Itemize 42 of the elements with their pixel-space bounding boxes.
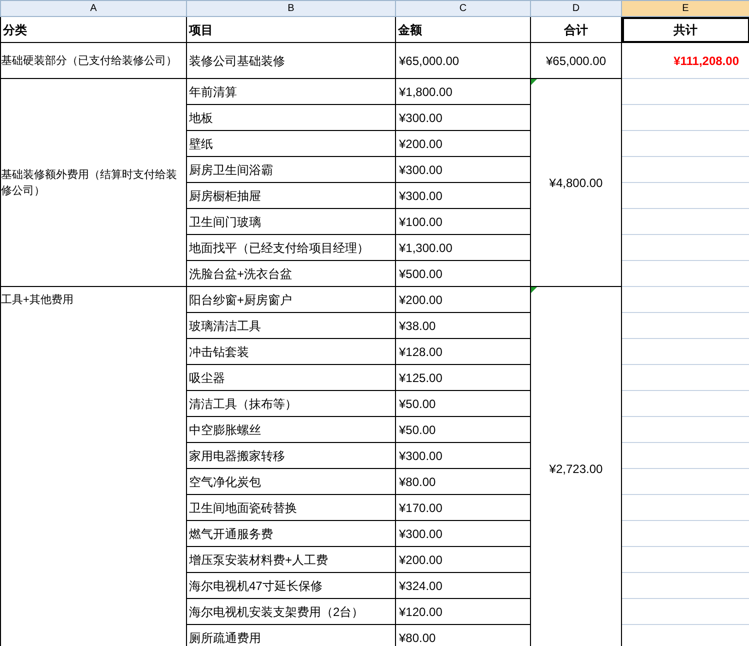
header-cell: 共计 xyxy=(622,16,749,42)
item-cell: 空气净化炭包 xyxy=(186,468,396,494)
item-cell: 吸尘器 xyxy=(186,364,396,390)
column-header[interactable]: D xyxy=(530,0,622,16)
subtotal-cell: ¥4,800.00 xyxy=(530,78,622,286)
category-cell: 基础装修额外费用（结算时支付给装修公司） xyxy=(0,78,186,286)
item-cell: 洗脸台盆+洗衣台盆 xyxy=(186,260,396,286)
item-cell: 厨房卫生间浴霸 xyxy=(186,156,396,182)
column-header[interactable]: E xyxy=(622,0,749,16)
header-cell: 分类 xyxy=(0,16,186,42)
header-cell: 金额 xyxy=(396,16,530,42)
amount-cell: ¥65,000.00 xyxy=(396,42,530,78)
column-header[interactable]: A xyxy=(0,0,186,16)
header-cell: 合计 xyxy=(530,16,622,42)
amount-cell: ¥1,800.00 xyxy=(396,78,530,104)
header-cell: 项目 xyxy=(186,16,396,42)
item-cell: 地面找平（已经支付给项目经理） xyxy=(186,234,396,260)
category-cell: 工具+其他费用 xyxy=(0,286,186,646)
item-cell: 海尔电视机安装支架费用（2台） xyxy=(186,598,396,624)
item-cell: 卫生间门玻璃 xyxy=(186,208,396,234)
item-cell: 装修公司基础装修 xyxy=(186,42,396,78)
item-cell: 清洁工具（抹布等） xyxy=(186,390,396,416)
item-cell: 年前清算 xyxy=(186,78,396,104)
item-cell: 燃气开通服务费 xyxy=(186,520,396,546)
item-cell: 卫生间地面瓷砖替换 xyxy=(186,494,396,520)
item-cell: 冲击钻套装 xyxy=(186,338,396,364)
column-header[interactable]: B xyxy=(186,0,396,16)
item-cell: 增压泵安装材料费+人工费 xyxy=(186,546,396,572)
item-cell: 厨房橱柜抽屉 xyxy=(186,182,396,208)
category-cell: 基础硬装部分（已支付给装修公司） xyxy=(0,42,186,78)
column-header[interactable]: C xyxy=(396,0,530,16)
item-cell: 海尔电视机47寸延长保修 xyxy=(186,572,396,598)
item-cell: 家用电器搬家转移 xyxy=(186,442,396,468)
item-cell: 壁纸 xyxy=(186,130,396,156)
item-cell: 地板 xyxy=(186,104,396,130)
subtotal-cell: ¥65,000.00 xyxy=(530,42,622,78)
item-cell: 玻璃清洁工具 xyxy=(186,312,396,338)
amount-cell: ¥200.00 xyxy=(396,286,530,312)
subtotal-cell: ¥2,723.00 xyxy=(530,286,622,646)
item-cell: 阳台纱窗+厨房窗户 xyxy=(186,286,396,312)
item-cell: 厕所疏通费用 xyxy=(186,624,396,646)
item-cell: 中空膨胀螺丝 xyxy=(186,416,396,442)
